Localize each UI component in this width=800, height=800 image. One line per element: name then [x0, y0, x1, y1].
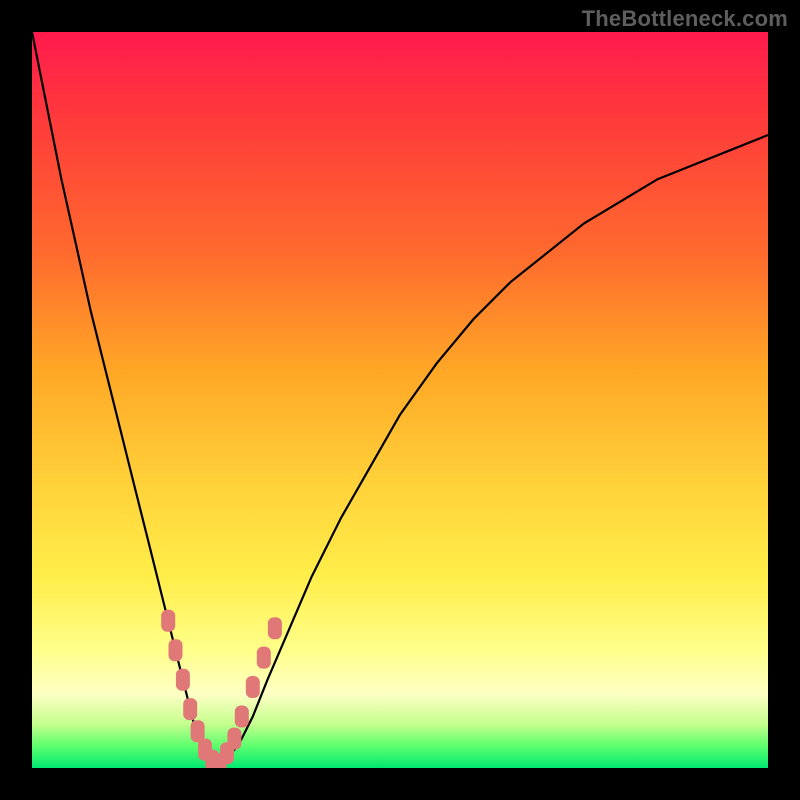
curve-marker [169, 639, 183, 661]
curve-marker [183, 698, 197, 720]
curve-svg [32, 32, 768, 768]
curve-marker [257, 647, 271, 669]
curve-marker [161, 610, 175, 632]
bottleneck-curve [32, 32, 768, 768]
curve-marker [176, 669, 190, 691]
watermark-text: TheBottleneck.com [582, 6, 788, 32]
curve-marker [235, 706, 249, 728]
curve-marker [227, 728, 241, 750]
chart-frame: TheBottleneck.com [0, 0, 800, 800]
curve-marker [246, 676, 260, 698]
curve-marker [268, 617, 282, 639]
plot-area [32, 32, 768, 768]
